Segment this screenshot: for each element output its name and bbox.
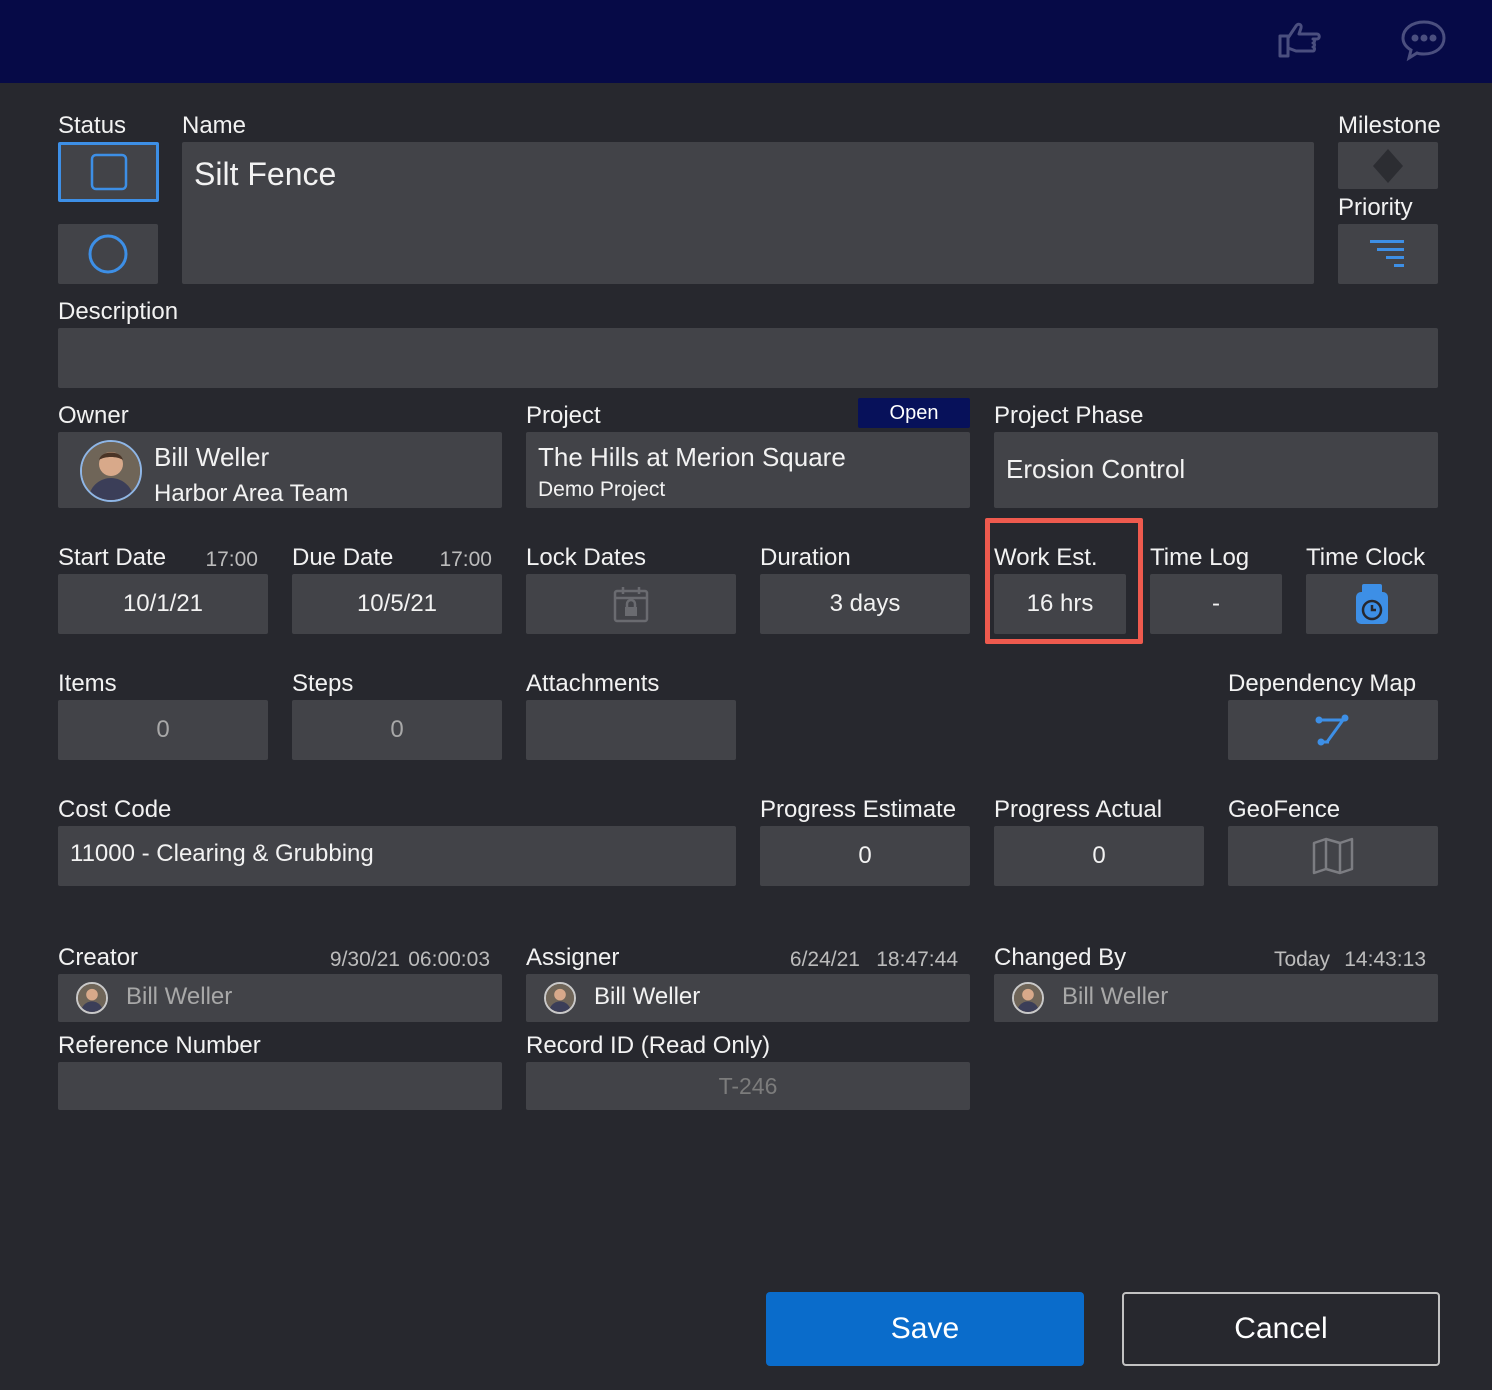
geofence-label: GeoFence (1228, 796, 1341, 823)
reference-number-field[interactable] (58, 1062, 502, 1110)
record-id-field: T-246 (526, 1062, 970, 1110)
assigner-label: Assigner (526, 944, 620, 971)
square-icon (90, 153, 127, 191)
creator-label: Creator (58, 944, 139, 971)
circle-icon (88, 234, 128, 274)
name-value: Silt Fence (194, 156, 337, 192)
changed-by-label: Changed By (994, 944, 1127, 971)
project-name: The Hills at Merion Square (538, 442, 846, 472)
creator-avatar (76, 982, 108, 1014)
status-circle-button[interactable] (58, 224, 158, 284)
changed-by-avatar (1012, 982, 1044, 1014)
dependency-map-button[interactable] (1228, 700, 1438, 760)
record-id-label: Record ID (Read Only) (526, 1032, 771, 1059)
reference-number-label: Reference Number (58, 1032, 261, 1059)
changed-by-name: Bill Weller (1062, 983, 1169, 1010)
start-date-field[interactable]: 10/1/21 (58, 574, 268, 634)
steps-label: Steps (292, 670, 354, 697)
milestone-label: Milestone (1338, 112, 1441, 139)
work-est-highlight (985, 518, 1143, 644)
start-date-time: 17:00 (205, 548, 258, 571)
cost-code-value: 11000 - Clearing & Grubbing (70, 840, 374, 867)
time-clock-button[interactable] (1306, 574, 1438, 634)
status-label: Status (58, 112, 127, 139)
lock-dates-button[interactable] (526, 574, 736, 634)
name-field[interactable]: Silt Fence (182, 142, 1314, 284)
description-label: Description (58, 298, 179, 325)
dependency-map-icon (1315, 714, 1349, 746)
progress-estimate-field[interactable]: 0 (760, 826, 970, 886)
creator-date: 9/30/21 (329, 948, 400, 971)
time-clock-icon (1356, 584, 1388, 624)
creator-name: Bill Weller (126, 983, 233, 1010)
creator-time: 06:00:03 (408, 948, 490, 971)
thumbs-up-pointing-icon[interactable] (1276, 18, 1324, 62)
dependency-map-label: Dependency Map (1228, 670, 1417, 697)
priority-label: Priority (1338, 194, 1413, 221)
progress-estimate-label: Progress Estimate (760, 796, 957, 823)
due-date-time: 17:00 (439, 548, 492, 571)
priority-button[interactable] (1338, 224, 1438, 284)
due-date-label: Due Date (292, 544, 394, 571)
top-bar (0, 0, 1492, 83)
time-log-field[interactable]: - (1150, 574, 1282, 634)
name-label: Name (182, 112, 247, 139)
duration-field[interactable]: 3 days (760, 574, 970, 634)
owner-avatar (80, 440, 142, 502)
lock-dates-label: Lock Dates (526, 544, 647, 571)
diamond-icon (1373, 148, 1403, 183)
project-status-badge: Open (858, 398, 970, 428)
items-label: Items (58, 670, 117, 697)
assigner-avatar (544, 982, 576, 1014)
priority-bars-icon (1370, 240, 1404, 267)
owner-team: Harbor Area Team (154, 480, 349, 507)
assigner-date: 6/24/21 (789, 948, 860, 971)
cost-code-field[interactable]: 11000 - Clearing & Grubbing (58, 826, 736, 886)
attachments-field[interactable] (526, 700, 736, 760)
cancel-button[interactable]: Cancel (1122, 1292, 1440, 1366)
project-label: Project (526, 402, 601, 429)
save-button[interactable]: Save (766, 1292, 1084, 1366)
progress-actual-label: Progress Actual (994, 796, 1163, 823)
chat-bubble-icon[interactable] (1400, 18, 1448, 62)
items-field[interactable]: 0 (58, 700, 268, 760)
map-icon (1312, 837, 1354, 875)
changed-by-time: 14:43:13 (1344, 948, 1426, 971)
project-phase-value: Erosion Control (1006, 454, 1186, 484)
progress-actual-field[interactable]: 0 (994, 826, 1204, 886)
cost-code-label: Cost Code (58, 796, 172, 823)
milestone-button[interactable] (1338, 142, 1438, 189)
owner-name: Bill Weller (154, 442, 270, 472)
project-field[interactable]: The Hills at Merion Square Demo Project (526, 432, 970, 508)
changed-by-date: Today (1273, 948, 1330, 971)
changed-by-field: Bill Weller (994, 974, 1438, 1022)
status-checkbox-button[interactable] (58, 142, 159, 202)
due-date-field[interactable]: 10/5/21 (292, 574, 502, 634)
creator-field: Bill Weller (58, 974, 502, 1022)
owner-label: Owner (58, 402, 129, 429)
assigner-field[interactable]: Bill Weller (526, 974, 970, 1022)
time-clock-label: Time Clock (1306, 544, 1426, 571)
time-log-label: Time Log (1150, 544, 1250, 571)
start-date-label: Start Date (58, 544, 167, 571)
assigner-time: 18:47:44 (876, 948, 958, 971)
owner-field[interactable]: Bill Weller Harbor Area Team (58, 432, 502, 508)
project-sub: Demo Project (538, 478, 666, 501)
description-field[interactable] (58, 328, 1438, 388)
assigner-name: Bill Weller (594, 983, 701, 1010)
project-phase-field[interactable]: Erosion Control (994, 432, 1438, 508)
project-phase-label: Project Phase (994, 402, 1144, 429)
calendar-lock-icon (613, 587, 649, 623)
duration-label: Duration (760, 544, 851, 571)
geofence-button[interactable] (1228, 826, 1438, 886)
attachments-label: Attachments (526, 670, 660, 697)
steps-field[interactable]: 0 (292, 700, 502, 760)
